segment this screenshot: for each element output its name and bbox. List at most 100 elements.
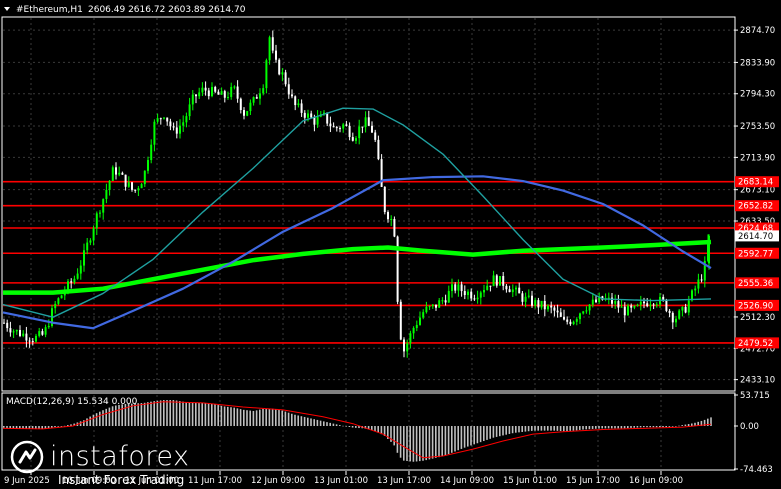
macd-bar bbox=[499, 426, 501, 437]
macd-bar bbox=[556, 426, 559, 431]
candle-bear bbox=[291, 94, 293, 97]
macd-bar bbox=[591, 426, 594, 429]
candle-bear bbox=[652, 304, 655, 306]
candle-bear bbox=[25, 333, 28, 341]
candle-bull bbox=[412, 328, 415, 334]
macd-bar bbox=[505, 426, 507, 435]
candle-bear bbox=[435, 304, 437, 308]
candle-bull bbox=[86, 242, 89, 251]
candle-bull bbox=[687, 300, 690, 313]
macd-bar bbox=[278, 409, 280, 427]
macd-bar bbox=[313, 419, 315, 427]
macd-bar bbox=[249, 410, 251, 427]
macd-bar bbox=[435, 426, 437, 458]
candle-bear bbox=[403, 339, 405, 352]
macd-bar bbox=[646, 426, 648, 428]
macd-bar bbox=[230, 407, 232, 427]
macd-bar bbox=[236, 408, 239, 427]
macd-bar bbox=[633, 426, 635, 428]
candle-bear bbox=[207, 90, 210, 97]
candle-bear bbox=[569, 321, 572, 325]
macd-bar bbox=[671, 426, 674, 427]
macd-bar bbox=[255, 410, 258, 427]
time-tick-label: 15 Jun 17:00 bbox=[566, 476, 620, 486]
macd-bar bbox=[300, 416, 303, 427]
candle-bull bbox=[118, 172, 121, 175]
candle-bear bbox=[303, 112, 306, 118]
macd-bar bbox=[575, 426, 578, 431]
candle-bull bbox=[694, 288, 697, 291]
macd-bar bbox=[537, 426, 539, 431]
time-tick-label: 16 Jun 09:00 bbox=[629, 476, 683, 486]
candle-bear bbox=[3, 322, 5, 324]
candle-bull bbox=[54, 303, 57, 309]
macd-bar bbox=[150, 401, 152, 427]
macd-bar bbox=[374, 426, 376, 432]
candle-bull bbox=[140, 184, 143, 189]
candle-bear bbox=[595, 299, 597, 303]
candle-bear bbox=[131, 182, 133, 190]
level-tag-label: 2683.14 bbox=[738, 178, 773, 188]
candle-bear bbox=[566, 319, 569, 322]
candle-bull bbox=[60, 295, 63, 299]
candle-bull bbox=[150, 144, 153, 161]
candle-bear bbox=[287, 84, 290, 95]
macd-bar bbox=[483, 426, 485, 442]
macd-bar bbox=[217, 405, 219, 427]
candle-bear bbox=[166, 117, 169, 122]
candle-bull bbox=[419, 317, 421, 325]
candle-bull bbox=[697, 279, 700, 289]
macd-bar bbox=[495, 426, 498, 437]
candle-bull bbox=[79, 265, 82, 274]
candle-bull bbox=[57, 298, 60, 304]
candle-bull bbox=[230, 86, 233, 97]
candle-bear bbox=[169, 121, 172, 127]
macd-bar bbox=[377, 426, 379, 433]
chart-window: 2874.702833.902794.302753.502713.902673.… bbox=[0, 0, 781, 489]
macd-bar bbox=[175, 400, 178, 427]
candle-bear bbox=[214, 86, 217, 92]
macd-bar bbox=[310, 418, 312, 427]
time-tick-label: 15 Jun 01:00 bbox=[503, 476, 557, 486]
macd-bar bbox=[211, 403, 213, 427]
candle-bear bbox=[470, 291, 473, 299]
candle-bull bbox=[153, 121, 156, 145]
candle-bear bbox=[454, 284, 457, 291]
macd-bar bbox=[99, 411, 101, 427]
macd-bar bbox=[335, 424, 338, 427]
macd-bar bbox=[457, 426, 459, 451]
candle-bull bbox=[191, 94, 194, 105]
candle-bear bbox=[284, 72, 287, 85]
candle-bear bbox=[70, 281, 73, 283]
macd-bar bbox=[399, 426, 402, 458]
candle-bull bbox=[265, 60, 268, 89]
macd-bar bbox=[201, 402, 203, 427]
macd-bar bbox=[547, 426, 549, 431]
candle-bull bbox=[137, 188, 140, 191]
macd-bar bbox=[639, 426, 642, 428]
candle-bear bbox=[271, 37, 274, 51]
candle-bull bbox=[540, 300, 543, 308]
candle-bear bbox=[374, 132, 377, 140]
macd-bar bbox=[508, 426, 511, 434]
macd-bar bbox=[489, 426, 491, 439]
candle-bear bbox=[115, 167, 117, 175]
macd-bar bbox=[51, 426, 53, 428]
candle-bear bbox=[684, 306, 687, 313]
level-tag-label: 2479.52 bbox=[738, 339, 773, 349]
candle-bear bbox=[345, 124, 348, 126]
price-tick-label: 2433.10 bbox=[740, 376, 775, 386]
macd-bar bbox=[271, 408, 274, 427]
candle-bull bbox=[73, 278, 76, 283]
candle-bear bbox=[371, 125, 373, 133]
candle-bull bbox=[588, 304, 591, 311]
macd-bar bbox=[412, 426, 415, 462]
macd-bar bbox=[543, 426, 546, 431]
macd-bar bbox=[659, 426, 661, 428]
candle-bull bbox=[95, 213, 98, 229]
candle-bull bbox=[185, 116, 188, 123]
candle-bear bbox=[377, 139, 380, 160]
candle-bear bbox=[332, 126, 335, 128]
candle-bull bbox=[92, 228, 95, 241]
candle-bear bbox=[518, 287, 521, 294]
